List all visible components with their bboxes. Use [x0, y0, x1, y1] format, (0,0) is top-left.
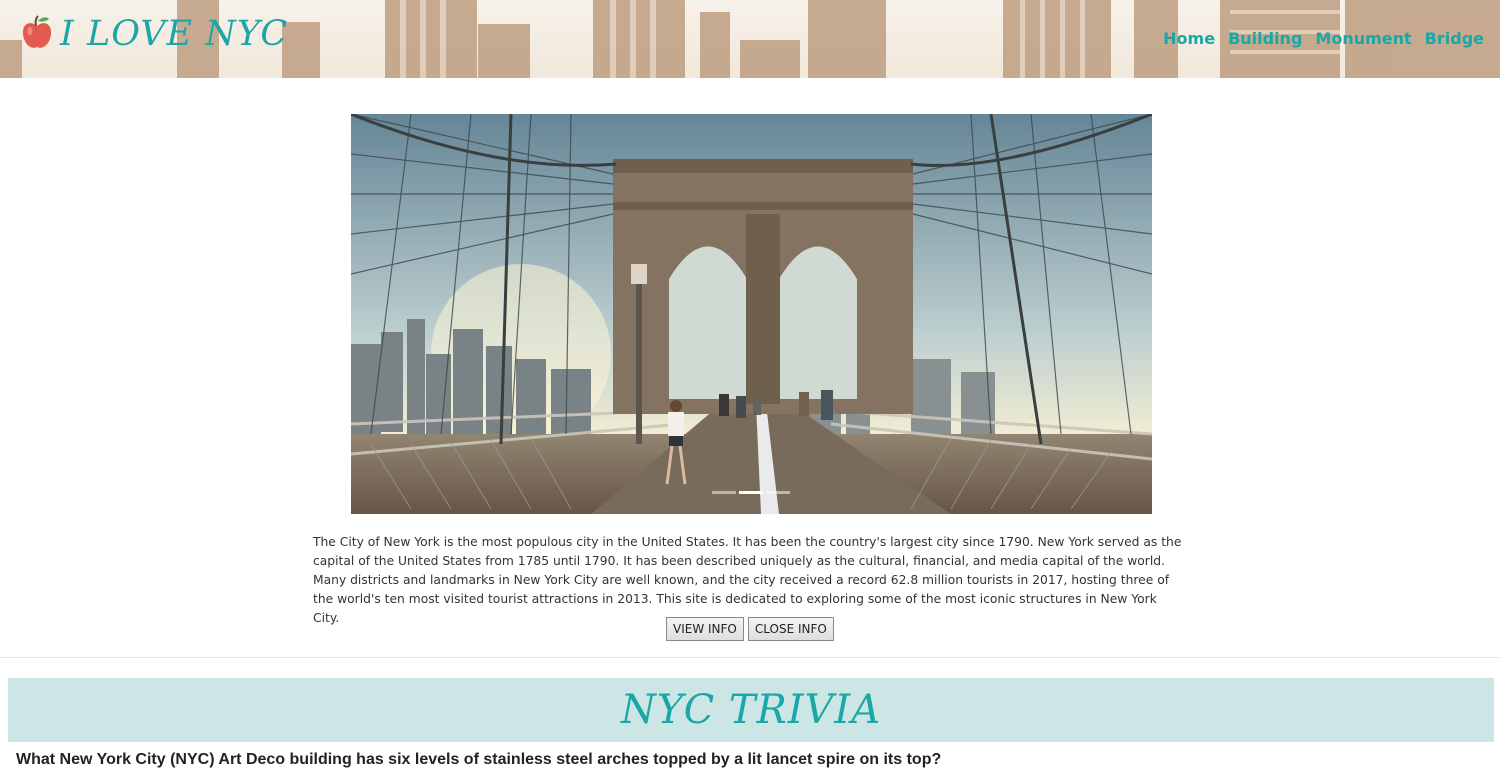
carousel-indicator-2[interactable] [739, 491, 763, 494]
intro-paragraph: The City of New York is the most populou… [313, 535, 1182, 625]
carousel-indicator-1[interactable] [712, 491, 736, 494]
site-header: I LOVE NYC Home Building Monument Bridge [0, 0, 1500, 78]
carousel-indicators [712, 491, 790, 494]
view-info-button[interactable]: VIEW INFO [666, 617, 744, 641]
brand-title: I LOVE NYC [60, 14, 289, 54]
trivia-banner: NYC TRIVIA [8, 678, 1494, 742]
brooklyn-bridge-photo [351, 114, 1152, 514]
main-nav: Home Building Monument Bridge [1163, 29, 1484, 48]
nav-link-bridge[interactable]: Bridge [1425, 29, 1484, 48]
info-buttons: VIEW INFO CLOSE INFO [666, 617, 834, 641]
carousel-indicator-3[interactable] [766, 491, 790, 494]
trivia-question: What New York City (NYC) Art Deco buildi… [16, 751, 942, 768]
section-divider [0, 657, 1500, 658]
trivia-title: NYC TRIVIA [620, 687, 882, 733]
nav-link-building[interactable]: Building [1228, 29, 1302, 48]
hero-carousel[interactable] [351, 114, 1152, 514]
brand-logo[interactable]: I LOVE NYC [20, 14, 288, 54]
apple-icon [22, 15, 52, 48]
nav-link-monument[interactable]: Monument [1315, 29, 1411, 48]
nav-link-home[interactable]: Home [1163, 29, 1215, 48]
close-info-button[interactable]: CLOSE INFO [747, 617, 834, 641]
